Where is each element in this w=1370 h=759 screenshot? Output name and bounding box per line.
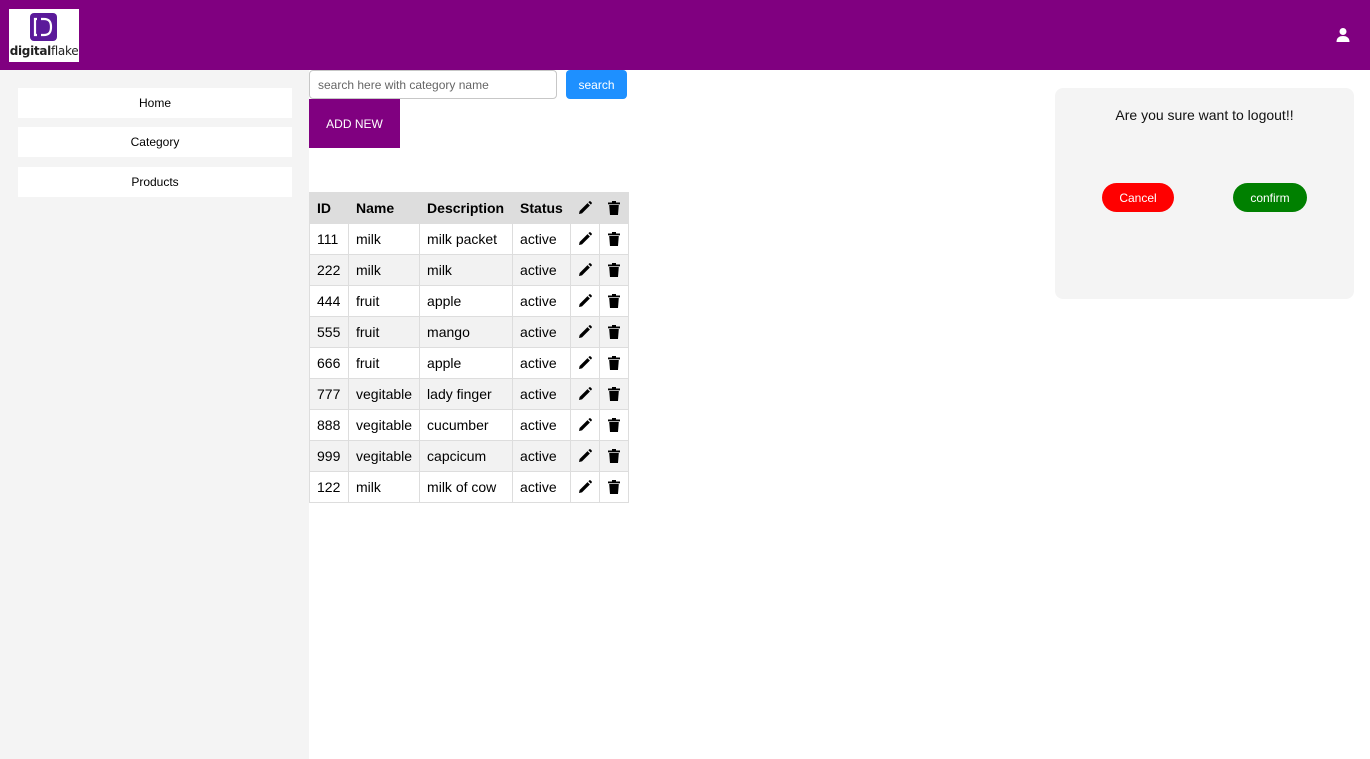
cell-name: vegitable [347, 378, 421, 410]
cell-description: milk packet [419, 223, 514, 255]
cell-status: active [512, 254, 572, 286]
logo-text-bold: digital [9, 44, 52, 58]
cell-name: milk [347, 254, 421, 286]
confirm-button[interactable]: confirm [1233, 183, 1307, 212]
table-row: 111 milk milk packet active [309, 223, 630, 255]
edit-row-pencil-icon[interactable] [570, 409, 601, 441]
cell-id: 888 [309, 409, 349, 441]
edit-row-pencil-icon[interactable] [570, 316, 601, 348]
cell-id: 444 [309, 285, 349, 317]
table-row: 666 fruit apple active [309, 347, 630, 379]
cell-description: capcicum [419, 440, 514, 472]
table-row: 444 fruit apple active [309, 285, 630, 317]
delete-row-trash-icon[interactable] [599, 285, 630, 317]
cell-id: 122 [309, 471, 349, 503]
add-new-button[interactable]: ADD NEW [309, 99, 400, 148]
category-table: ID Name Description Status 111 milk milk p… [309, 192, 630, 503]
delete-row-trash-icon[interactable] [599, 254, 630, 286]
delete-row-trash-icon[interactable] [599, 378, 630, 410]
delete-row-trash-icon[interactable] [599, 316, 630, 348]
delete-row-trash-icon[interactable] [599, 471, 630, 503]
edit-row-pencil-icon[interactable] [570, 347, 601, 379]
edit-row-pencil-icon[interactable] [570, 440, 601, 472]
cell-status: active [512, 409, 572, 441]
table-row: 122 milk milk of cow active [309, 471, 630, 503]
logo-mark-icon [30, 13, 57, 41]
cell-status: active [512, 316, 572, 348]
search-input[interactable] [309, 70, 557, 99]
column-header-id: ID [309, 192, 349, 224]
edit-row-pencil-icon[interactable] [570, 378, 601, 410]
logout-confirm-message: Are you sure want to logout!! [1115, 107, 1294, 123]
cell-status: active [512, 347, 572, 379]
table-row: 888 vegitable cucumber active [309, 409, 630, 441]
cell-description: apple [419, 347, 514, 379]
delete-row-trash-icon[interactable] [599, 409, 630, 441]
table-header-row: ID Name Description Status [309, 192, 630, 224]
cell-id: 666 [309, 347, 349, 379]
table-row: 555 fruit mango active [309, 316, 630, 348]
cell-id: 555 [309, 316, 349, 348]
cell-description: cucumber [419, 409, 514, 441]
table-row: 999 vegitable capcicum active [309, 440, 630, 472]
cell-name: fruit [347, 347, 421, 379]
cell-status: active [512, 471, 572, 503]
trash-icon [599, 192, 630, 224]
cancel-button[interactable]: Cancel [1102, 183, 1174, 212]
edit-row-pencil-icon[interactable] [570, 223, 601, 255]
edit-row-pencil-icon[interactable] [570, 285, 601, 317]
cell-description: apple [419, 285, 514, 317]
cell-description: milk [419, 254, 514, 286]
table-row: 777 vegitable lady finger active [309, 378, 630, 410]
delete-row-trash-icon[interactable] [599, 223, 630, 255]
cell-name: fruit [347, 316, 421, 348]
column-header-name: Name [347, 192, 421, 224]
cell-name: vegitable [347, 409, 421, 441]
cell-name: milk [347, 223, 421, 255]
cell-status: active [512, 223, 572, 255]
cell-name: vegitable [347, 440, 421, 472]
logo-text: digitalflake [9, 44, 79, 58]
pencil-icon [570, 192, 601, 224]
delete-row-trash-icon[interactable] [599, 347, 630, 379]
cell-status: active [512, 378, 572, 410]
logout-confirm-dialog: Are you sure want to logout!! Cancel con… [1055, 88, 1354, 299]
sidebar-item-category[interactable]: Category [18, 127, 292, 157]
cell-status: active [512, 285, 572, 317]
cell-description: mango [419, 316, 514, 348]
cell-id: 999 [309, 440, 349, 472]
column-header-description: Description [419, 192, 514, 224]
delete-row-trash-icon[interactable] [599, 440, 630, 472]
edit-row-pencil-icon[interactable] [570, 471, 601, 503]
sidebar-item-home[interactable]: Home [18, 88, 292, 118]
table-row: 222 milk milk active [309, 254, 630, 286]
sidebar-item-products[interactable]: Products [18, 167, 292, 197]
cell-description: lady finger [419, 378, 514, 410]
cell-description: milk of cow [419, 471, 514, 503]
search-button[interactable]: search [566, 70, 627, 99]
logo[interactable]: digitalflake [9, 9, 79, 62]
logo-text-rest: flake [50, 44, 79, 58]
cell-id: 222 [309, 254, 349, 286]
cell-name: milk [347, 471, 421, 503]
cell-id: 111 [309, 223, 349, 255]
cell-id: 777 [309, 378, 349, 410]
cell-status: active [512, 440, 572, 472]
cell-name: fruit [347, 285, 421, 317]
column-header-status: Status [512, 192, 572, 224]
top-header: digitalflake [0, 0, 1370, 70]
user-icon[interactable] [1335, 27, 1351, 43]
edit-row-pencil-icon[interactable] [570, 254, 601, 286]
